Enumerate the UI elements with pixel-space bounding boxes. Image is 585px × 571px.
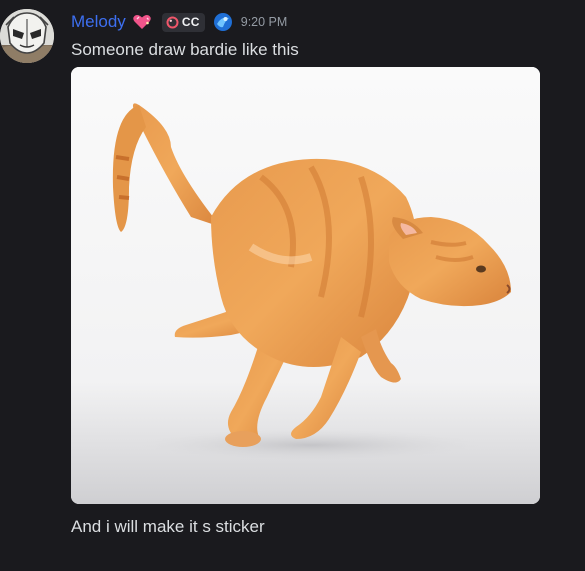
blue-orb-icon[interactable]	[213, 12, 233, 32]
clan-tag[interactable]: CC	[161, 12, 205, 32]
clan-tag-label: CC	[181, 15, 200, 29]
chat-message: Melody CC 9:20 PM Someone draw bardie li…	[0, 0, 585, 571]
message-text: Someone draw bardie like this	[71, 40, 299, 59]
bubble-ring-icon	[166, 16, 179, 29]
sparkle-heart-icon[interactable]	[132, 13, 152, 31]
avatar[interactable]	[0, 9, 54, 63]
message-header: Melody CC 9:20 PM	[71, 10, 287, 34]
message-text: And i will make it s sticker	[71, 517, 265, 536]
chat-view: Melody CC 9:20 PM Someone draw bardie li…	[0, 0, 585, 571]
masked-character-avatar-icon	[0, 9, 54, 63]
username[interactable]: Melody	[71, 10, 126, 34]
timestamp[interactable]: 9:20 PM	[241, 15, 288, 29]
image-attachment[interactable]	[71, 67, 540, 504]
orange-cat-image	[71, 67, 540, 504]
